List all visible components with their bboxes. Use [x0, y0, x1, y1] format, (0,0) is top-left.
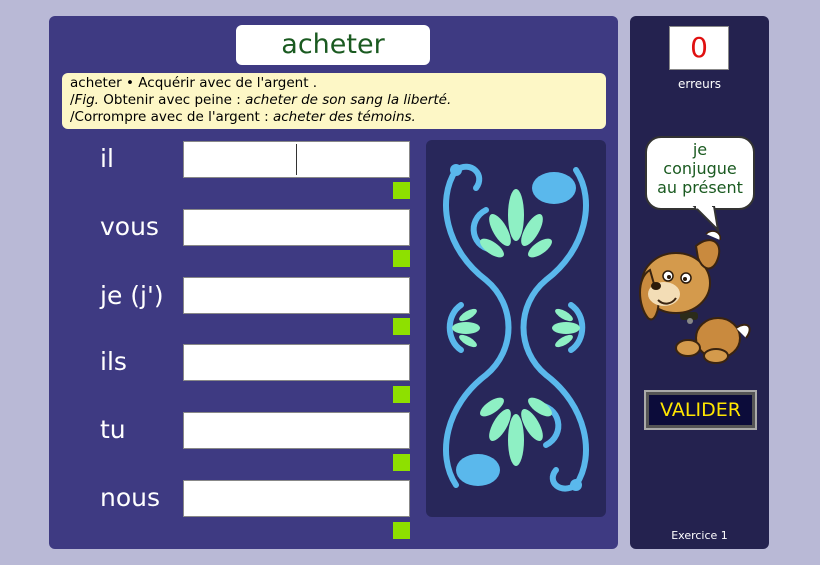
definition-meaning-2: Obtenir avec peine : [98, 92, 246, 108]
status-indicator-je [393, 318, 410, 335]
pronoun-label-tu: tu [100, 415, 126, 444]
answer-input-tu[interactable] [183, 412, 410, 449]
answer-input-vous[interactable] [183, 209, 410, 246]
validate-button[interactable]: VALIDER [644, 390, 757, 430]
error-count: 0 [669, 26, 729, 70]
exercise-label: Exercice 1 [671, 529, 728, 542]
decorative-ornament-icon [443, 163, 589, 492]
pronoun-label-je: je (j') [100, 281, 164, 310]
status-indicator-ils [393, 386, 410, 403]
pronoun-label-nous: nous [100, 483, 161, 512]
definition-line-2: /Fig. Obtenir avec peine : acheter de so… [70, 92, 598, 109]
ornament-panel [426, 140, 606, 517]
status-indicator-il [393, 182, 410, 199]
status-indicator-vous [393, 250, 410, 267]
definition-word: acheter [70, 75, 122, 91]
answer-input-je[interactable] [183, 277, 410, 314]
definition-box: acheter • Acquérir avec de l'argent . /F… [62, 73, 606, 129]
answer-input-nous[interactable] [183, 480, 410, 517]
definition-example-2: acheter des témoins. [272, 109, 416, 125]
puppy-mascot-icon [639, 230, 751, 364]
definition-line-3: /Corrompre avec de l'argent : acheter de… [70, 109, 598, 126]
speech-line-2: conjugue [663, 159, 737, 178]
text-cursor [296, 144, 297, 175]
definition-example-1: acheter de son sang la liberté. [245, 92, 452, 108]
speech-bubble: je conjugue au présent [645, 136, 755, 210]
pronoun-label-il: il [100, 144, 114, 173]
definition-line-1: acheter • Acquérir avec de l'argent . [70, 75, 598, 92]
verb-title: acheter [236, 25, 430, 65]
definition-fig: Fig. [74, 92, 99, 108]
error-label: erreurs [678, 77, 721, 91]
validate-button-label: VALIDER [649, 395, 752, 425]
speech-line-1: je [692, 140, 708, 159]
pronoun-label-vous: vous [100, 212, 159, 241]
status-indicator-nous [393, 522, 410, 539]
pronoun-label-ils: ils [100, 347, 127, 376]
definition-meaning-1: Acquérir avec de l'argent . [138, 75, 318, 91]
speech-line-3: au présent [657, 178, 743, 197]
definition-meaning-3: /Corrompre avec de l'argent : [70, 109, 273, 125]
answer-input-ils[interactable] [183, 344, 410, 381]
status-indicator-tu [393, 454, 410, 471]
definition-bullet: • [126, 75, 134, 91]
